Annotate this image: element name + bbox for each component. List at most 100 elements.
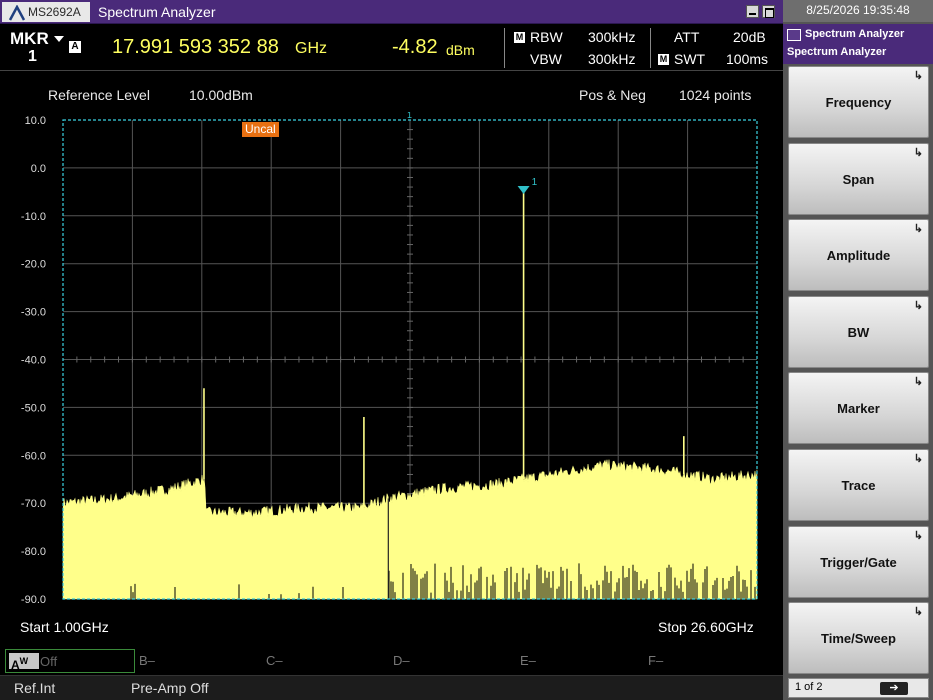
marker-readout-bar: MKR 1 A 17.991 593 352 88 GHz -4.82 dBm …	[0, 24, 783, 71]
title-bar: MS2692A Spectrum Analyzer	[0, 0, 783, 24]
submenu-arrow-icon: ↳	[913, 299, 923, 312]
y-tick-label: 10.0	[25, 115, 46, 127]
trace-a-tag: AW	[9, 653, 39, 672]
softkey-pager: 1 of 2 ➔	[788, 678, 929, 698]
trace-d-letter: D	[393, 653, 403, 668]
trace-a-badge: A	[69, 41, 81, 53]
submenu-arrow-icon: ↳	[913, 70, 923, 82]
vbw-value: 300kHz	[588, 51, 636, 67]
softkey-label: Trigger/Gate	[820, 554, 897, 570]
menu-header-title: Spectrum Analyzer	[787, 46, 887, 58]
spectrum-app-icon	[787, 29, 801, 41]
rbw-label: RBW	[530, 29, 563, 45]
trace-e-letter: E	[520, 653, 529, 668]
trace-b-state: –	[147, 653, 155, 668]
submenu-arrow-icon: ↳	[913, 376, 923, 389]
uncal-indicator: Uncal	[242, 122, 279, 137]
analyzer-main-window: MS2692A Spectrum Analyzer MKR 1 A 17.991…	[0, 0, 783, 700]
submenu-arrow-icon: ↳	[913, 606, 923, 619]
uncal-text: Uncal	[245, 122, 276, 136]
marker-number: 1	[28, 48, 37, 65]
reference-level-label: Reference Level	[48, 87, 150, 103]
softkey-marker[interactable]: ↳ Marker	[788, 372, 929, 445]
y-tick-label: -60.0	[21, 450, 46, 462]
spectrum-graph[interactable]: 10.0 0.0 -10.0 -20.0 -30.0 -40.0 -50.0 -60.0 -70…	[0, 112, 783, 642]
trace-d-state: –	[402, 653, 410, 668]
y-tick-label: -90.0	[21, 594, 46, 606]
trace-f-slot[interactable]: F–	[648, 653, 663, 668]
minimize-button[interactable]	[746, 5, 759, 18]
softkey-span[interactable]: ↳ Span	[788, 142, 929, 215]
trace-e-slot[interactable]: E–	[520, 653, 536, 668]
marker-level-unit: dBm	[446, 42, 475, 58]
menu-header: Spectrum Analyzer Spectrum Analyzer	[783, 24, 933, 64]
trace-a-letter: A	[11, 658, 20, 672]
softkey-time-sweep[interactable]: ↳ Time/Sweep	[788, 602, 929, 675]
reference-source: Ref.Int	[14, 680, 56, 696]
marker-dropdown-icon[interactable]	[54, 36, 64, 42]
marker-1-icon	[517, 185, 530, 194]
swt-label: SWT	[674, 51, 706, 67]
softkey-label: Trace	[841, 478, 876, 493]
att-label: ATT	[674, 29, 700, 45]
y-tick-label: -80.0	[21, 546, 46, 558]
trace-c-letter: C	[266, 653, 276, 668]
divider	[504, 28, 505, 68]
softkey-label: Time/Sweep	[821, 631, 896, 647]
softkey-panel: 8/25/2026 19:35:48 Spectrum Analyzer Spe…	[783, 0, 933, 700]
maximize-button[interactable]	[762, 5, 775, 18]
preamp-status: Pre-Amp Off	[131, 680, 209, 696]
page-indicator: 1 of 2	[795, 681, 823, 693]
trace-f-letter: F	[648, 653, 656, 668]
y-tick-label: -30.0	[21, 307, 46, 319]
trace-c-slot[interactable]: C–	[266, 653, 283, 668]
swt-value: 100ms	[726, 51, 769, 67]
trace-d-slot[interactable]: D–	[393, 653, 410, 668]
submenu-arrow-icon: ↳	[913, 146, 923, 159]
trace-e-state: –	[528, 653, 536, 668]
window-title: Spectrum Analyzer	[98, 4, 216, 20]
softkey-label: Frequency	[825, 95, 892, 110]
trace-b-letter: B	[139, 653, 148, 668]
softkey-bw[interactable]: ↳ BW	[788, 295, 929, 368]
reference-level-value: 10.00dBm	[189, 87, 253, 103]
trace-a-slot[interactable]: AW Off	[5, 649, 135, 673]
softkey-trigger-gate[interactable]: ↳ Trigger/Gate	[788, 525, 929, 598]
softkey-amplitude[interactable]: ↳ Amplitude	[788, 219, 929, 292]
trace-status-bar: AW Off B– C– D– E– F–	[0, 647, 783, 675]
y-tick-label: -70.0	[21, 498, 46, 510]
vbw-label: VBW	[530, 51, 562, 67]
rbw-manual-badge: M	[514, 32, 525, 43]
trace-b-slot[interactable]: B–	[139, 653, 155, 668]
start-frequency: Start 1.00GHz	[20, 619, 109, 635]
swt-manual-badge: M	[658, 54, 669, 65]
trace-f-state: –	[655, 653, 664, 668]
trace-points: 1024 points	[679, 87, 752, 103]
marker-label[interactable]: MKR	[10, 29, 49, 49]
model-label: MS2692A	[2, 2, 90, 22]
softkey-frequency[interactable]: ↳ Frequency	[788, 66, 929, 138]
model-text: MS2692A	[28, 5, 81, 19]
center-marker-tag: 1	[407, 112, 412, 120]
y-tick-label: 0.0	[31, 163, 46, 175]
trace-a-mode: W	[19, 656, 29, 666]
menu-header-app: Spectrum Analyzer	[805, 28, 905, 40]
submenu-arrow-icon: ↳	[913, 453, 923, 465]
stop-frequency: Stop 26.60GHz	[658, 619, 754, 635]
y-tick-label: -40.0	[21, 355, 46, 367]
marker-1-tag: 1	[532, 177, 538, 188]
datetime: 8/25/2026 19:35:48	[783, 0, 933, 22]
att-value: 20dB	[733, 29, 766, 45]
y-tick-label: -20.0	[21, 259, 46, 271]
marker-frequency: 17.991 593 352 88	[112, 36, 279, 58]
anritsu-logo-icon	[8, 5, 26, 21]
detector-mode: Pos & Neg	[579, 87, 646, 103]
app-root: MS2692A Spectrum Analyzer MKR 1 A 17.991…	[0, 0, 933, 700]
trace-c-state: –	[275, 653, 283, 668]
next-page-button[interactable]: ➔	[880, 682, 908, 695]
submenu-arrow-icon: ↳	[913, 223, 923, 236]
marker-level: -4.82	[392, 36, 438, 58]
softkey-trace[interactable]: ↳ Trace	[788, 449, 929, 521]
y-tick-label: -10.0	[21, 211, 46, 223]
softkey-label: BW	[847, 324, 870, 340]
